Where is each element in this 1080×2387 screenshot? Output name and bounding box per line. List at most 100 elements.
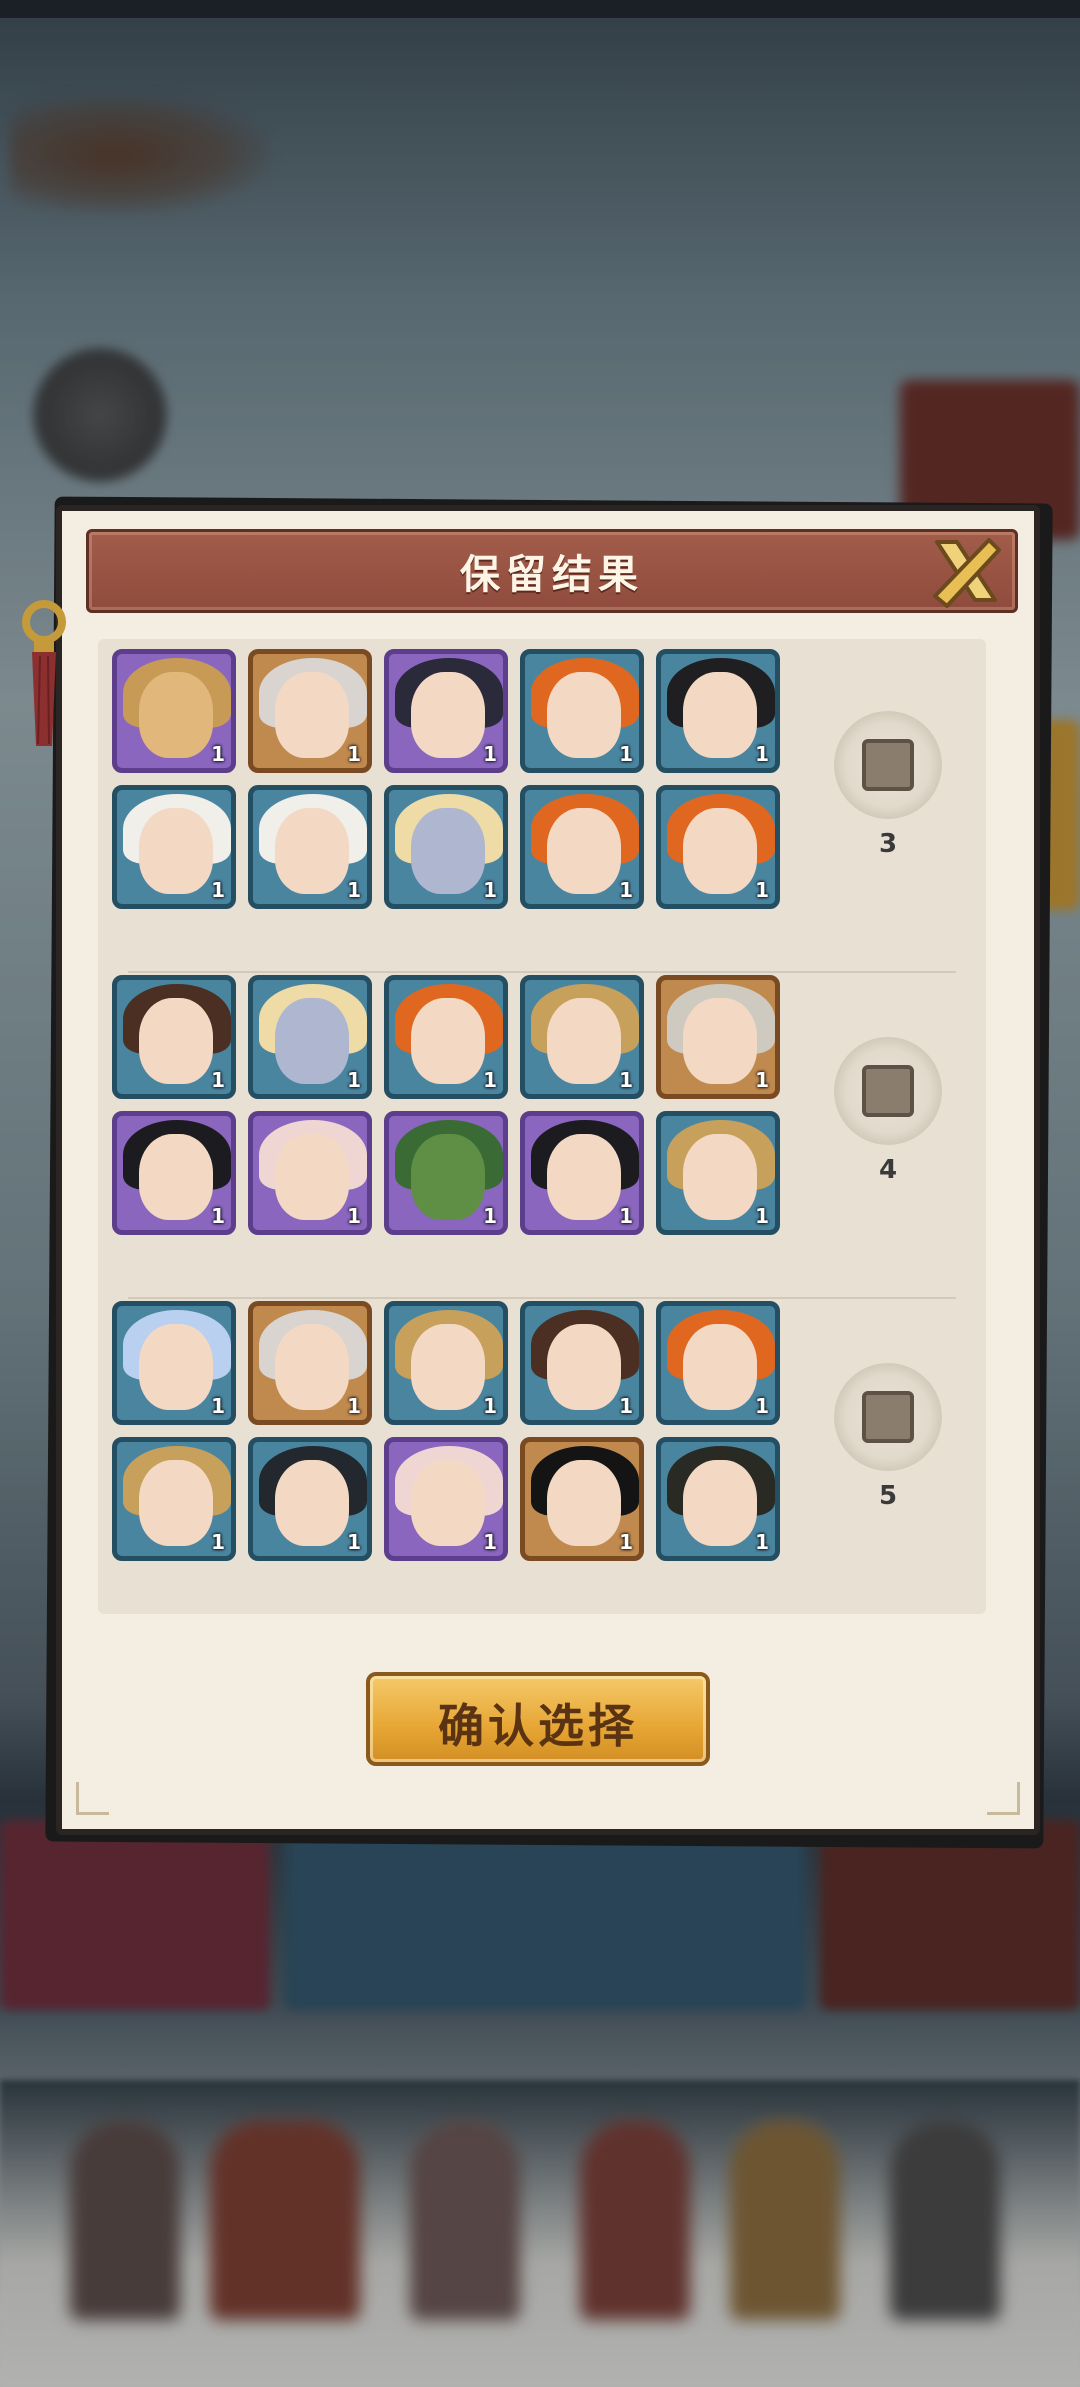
result-group: 1 1 1 1 1 1 1 1 1 1 5	[98, 1291, 986, 1571]
hero-count: 1	[619, 1394, 633, 1418]
hero-count: 1	[619, 1204, 633, 1228]
hero-count: 1	[483, 742, 497, 766]
tassel-knot-icon	[22, 600, 66, 746]
corner-ornament	[987, 1782, 1020, 1815]
dialog-header: 保留结果	[86, 529, 1018, 613]
portrait-face	[139, 1134, 213, 1220]
group-label: 3	[878, 829, 898, 859]
results-panel: 1 1 1 1 1 1 1 1 1 1 3 1 1 1 1 1 1 1 1 1 1 4 1 1 1 1 1 1 1 1 1 1 5	[98, 639, 986, 1614]
confirm-button-label: 确认选择	[438, 1699, 638, 1753]
portrait-face	[411, 672, 485, 758]
hero-card[interactable]: 1	[112, 649, 236, 773]
close-button[interactable]	[927, 534, 1005, 612]
hero-card[interactable]: 1	[248, 649, 372, 773]
hero-card[interactable]: 1	[656, 785, 780, 909]
portrait-face	[547, 1324, 621, 1410]
group-checkbox[interactable]	[834, 1037, 942, 1145]
hero-count: 1	[755, 878, 769, 902]
hero-card[interactable]: 1	[384, 975, 508, 1099]
hero-count: 1	[347, 878, 361, 902]
hero-count: 1	[619, 1068, 633, 1092]
portrait-face	[139, 1324, 213, 1410]
hero-count: 1	[755, 742, 769, 766]
hero-card[interactable]: 1	[656, 1437, 780, 1561]
hero-card[interactable]: 1	[112, 1301, 236, 1425]
checkbox-square-icon	[862, 1391, 914, 1443]
portrait-face	[139, 672, 213, 758]
portrait-face	[275, 1134, 349, 1220]
portrait-face	[411, 808, 485, 894]
hero-count: 1	[211, 1068, 225, 1092]
hero-count: 1	[347, 1394, 361, 1418]
hero-card[interactable]: 1	[384, 1301, 508, 1425]
group-select: 4	[828, 1037, 948, 1185]
portrait-face	[411, 998, 485, 1084]
hero-card[interactable]: 1	[520, 1437, 644, 1561]
hero-card[interactable]: 1	[656, 649, 780, 773]
portrait-face	[411, 1460, 485, 1546]
hero-card[interactable]: 1	[656, 1301, 780, 1425]
hero-count: 1	[347, 742, 361, 766]
portrait-face	[547, 672, 621, 758]
hero-count: 1	[211, 878, 225, 902]
hero-card[interactable]: 1	[520, 785, 644, 909]
portrait-face	[683, 998, 757, 1084]
hero-card[interactable]: 1	[112, 1437, 236, 1561]
group-checkbox[interactable]	[834, 711, 942, 819]
portrait-face	[683, 672, 757, 758]
portrait-face	[683, 808, 757, 894]
checkbox-square-icon	[862, 739, 914, 791]
portrait-face	[547, 808, 621, 894]
hero-count: 1	[755, 1204, 769, 1228]
group-checkbox[interactable]	[834, 1363, 942, 1471]
portrait-face	[139, 1460, 213, 1546]
hero-count: 1	[211, 1204, 225, 1228]
hero-count: 1	[483, 1394, 497, 1418]
portrait-face	[411, 1134, 485, 1220]
hero-card[interactable]: 1	[112, 785, 236, 909]
hero-count: 1	[483, 878, 497, 902]
portrait-face	[275, 808, 349, 894]
group-select: 3	[828, 711, 948, 859]
hero-count: 1	[619, 742, 633, 766]
hero-count: 1	[483, 1204, 497, 1228]
result-group: 1 1 1 1 1 1 1 1 1 1 4	[98, 965, 986, 1245]
group-label: 5	[878, 1481, 898, 1511]
dialog-title: 保留结果	[460, 552, 644, 598]
hero-card[interactable]: 1	[112, 975, 236, 1099]
hero-card-grid: 1 1 1 1 1 1 1 1 1 1	[112, 649, 780, 909]
hero-card[interactable]: 1	[248, 1437, 372, 1561]
hero-count: 1	[347, 1204, 361, 1228]
portrait-face	[547, 998, 621, 1084]
hero-card[interactable]: 1	[384, 1437, 508, 1561]
hero-count: 1	[755, 1530, 769, 1554]
hero-card[interactable]: 1	[520, 649, 644, 773]
hero-card[interactable]: 1	[384, 649, 508, 773]
hero-count: 1	[483, 1068, 497, 1092]
hero-count: 1	[619, 878, 633, 902]
hero-card[interactable]: 1	[248, 785, 372, 909]
confirm-button[interactable]: 确认选择	[358, 1664, 718, 1774]
hero-count: 1	[347, 1068, 361, 1092]
portrait-face	[275, 672, 349, 758]
hero-count: 1	[755, 1068, 769, 1092]
hero-card[interactable]: 1	[384, 1111, 508, 1235]
hero-card[interactable]: 1	[248, 1111, 372, 1235]
hero-card-grid: 1 1 1 1 1 1 1 1 1 1	[112, 1301, 780, 1561]
hero-card[interactable]: 1	[384, 785, 508, 909]
hero-card[interactable]: 1	[248, 975, 372, 1099]
hero-card[interactable]: 1	[248, 1301, 372, 1425]
portrait-face	[683, 1324, 757, 1410]
hero-card[interactable]: 1	[520, 975, 644, 1099]
hero-card[interactable]: 1	[656, 975, 780, 1099]
hero-card[interactable]: 1	[112, 1111, 236, 1235]
portrait-face	[683, 1134, 757, 1220]
portrait-face	[139, 808, 213, 894]
portrait-face	[411, 1324, 485, 1410]
hero-count: 1	[211, 742, 225, 766]
corner-ornament	[76, 1782, 109, 1815]
hero-count: 1	[755, 1394, 769, 1418]
hero-card[interactable]: 1	[520, 1301, 644, 1425]
hero-card[interactable]: 1	[656, 1111, 780, 1235]
hero-card[interactable]: 1	[520, 1111, 644, 1235]
